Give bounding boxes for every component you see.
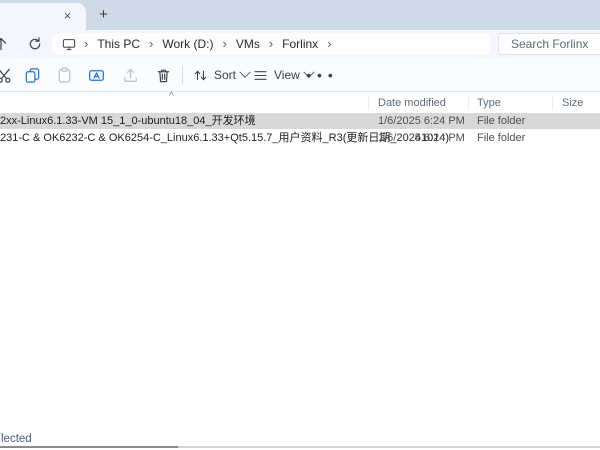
chevron-right-icon[interactable]: ›	[219, 36, 229, 51]
breadcrumb-vms[interactable]: VMs	[230, 37, 266, 51]
date-modified-cell: 1/6/2025 6:24 PM	[378, 130, 465, 146]
type-cell: File folder	[477, 113, 525, 129]
column-header-row: ^ Date modified Type Size	[0, 94, 600, 113]
sort-icon	[192, 67, 209, 84]
column-divider[interactable]	[468, 96, 469, 110]
file-explorer-window: × + › This PC › Work (D:) › VMs › Forlin…	[0, 0, 600, 450]
paste-icon[interactable]	[50, 61, 78, 89]
more-icon[interactable]: • • •	[306, 61, 334, 89]
sort-label: Sort	[214, 68, 236, 82]
status-bar-selection-text: lected	[1, 433, 32, 445]
column-divider[interactable]	[368, 96, 369, 110]
toolbar-divider	[182, 66, 183, 84]
date-modified-cell: 1/6/2025 6:24 PM	[378, 113, 465, 129]
sort-ascending-indicator: ^	[169, 91, 174, 102]
view-label: View	[274, 68, 300, 82]
sort-button[interactable]: Sort	[186, 61, 255, 89]
file-row-selected[interactable]: 2xx-Linux6.1.33-VM 15_1_0-ubuntu18_04_开发…	[0, 113, 600, 129]
breadcrumb-work-d[interactable]: Work (D:)	[156, 37, 219, 51]
copy-icon[interactable]	[18, 61, 46, 89]
column-divider[interactable]	[552, 96, 553, 110]
address-bar: › This PC › Work (D:) › VMs › Forlinx ›	[0, 30, 600, 58]
explorer-tab[interactable]: ×	[0, 3, 86, 30]
rename-icon[interactable]	[82, 61, 110, 89]
tab-close-icon[interactable]: ×	[59, 7, 76, 24]
breadcrumb[interactable]: › This PC › Work (D:) › VMs › Forlinx ›	[52, 33, 490, 55]
column-header-type[interactable]: Type	[477, 97, 501, 109]
this-pc-icon	[61, 36, 77, 52]
up-icon[interactable]	[0, 35, 10, 53]
breadcrumb-this-pc[interactable]: This PC	[91, 37, 146, 51]
window-bottom-edge-dark	[0, 446, 178, 448]
chevron-right-icon[interactable]: ›	[324, 36, 334, 51]
folder-name[interactable]: 2xx-Linux6.1.33-VM 15_1_0-ubuntu18_04_开发…	[0, 113, 256, 129]
new-tab-button[interactable]: +	[94, 5, 113, 24]
chevron-right-icon: ›	[81, 36, 91, 51]
column-header-date-modified[interactable]: Date modified	[378, 97, 446, 109]
refresh-icon[interactable]	[26, 35, 44, 53]
tab-bar: × +	[0, 0, 600, 30]
search-input[interactable]	[499, 34, 600, 54]
chevron-right-icon[interactable]: ›	[146, 36, 156, 51]
share-icon[interactable]	[116, 61, 144, 89]
delete-icon[interactable]	[149, 61, 177, 89]
file-row[interactable]: 231-C & OK6232-C & OK6254-C_Linux6.1.33+…	[0, 130, 600, 146]
type-cell: File folder	[477, 130, 525, 146]
cut-icon[interactable]	[0, 61, 18, 89]
column-header-size[interactable]: Size	[562, 97, 583, 109]
chevron-right-icon[interactable]: ›	[266, 36, 276, 51]
command-toolbar: Sort View • • •	[0, 58, 600, 92]
search-box	[498, 33, 600, 55]
window-bottom-edge-light	[178, 446, 600, 448]
breadcrumb-forlinx[interactable]: Forlinx	[276, 37, 324, 51]
view-icon	[252, 67, 269, 84]
